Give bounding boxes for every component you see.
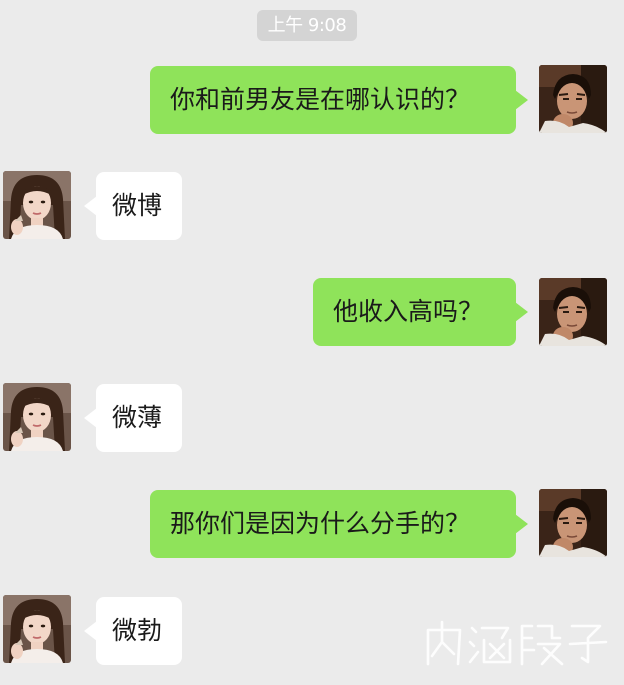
sent-message-bubble[interactable]: 他收入高吗？ bbox=[313, 278, 528, 346]
bubble-tail bbox=[515, 90, 528, 110]
contact-avatar[interactable] bbox=[3, 383, 71, 451]
message-text: 微薄 bbox=[112, 403, 163, 432]
sent-message-bubble[interactable]: 你和前男友是在哪认识的？ bbox=[150, 66, 528, 134]
bubble-tail bbox=[84, 621, 97, 641]
received-message-bubble[interactable]: 微博 bbox=[84, 172, 182, 240]
bubble-tail bbox=[515, 514, 528, 534]
contact-avatar[interactable] bbox=[3, 595, 71, 663]
received-message-bubble[interactable]: 微薄 bbox=[84, 384, 182, 452]
timestamp: 上午 9:08 bbox=[257, 10, 357, 41]
message-text: 他收入高吗？ bbox=[333, 297, 484, 326]
message-text: 微博 bbox=[112, 191, 163, 220]
received-message-bubble[interactable]: 微勃 bbox=[84, 597, 182, 665]
message-text: 那你们是因为什么分手的？ bbox=[170, 509, 471, 538]
contact-avatar[interactable] bbox=[3, 171, 71, 239]
watermark-logo bbox=[426, 620, 608, 666]
bubble-tail bbox=[84, 408, 97, 428]
my-avatar[interactable] bbox=[539, 489, 607, 557]
sent-message-bubble[interactable]: 那你们是因为什么分手的？ bbox=[150, 490, 528, 558]
message-text: 你和前男友是在哪认识的？ bbox=[170, 85, 471, 114]
message-text: 微勃 bbox=[112, 616, 163, 645]
my-avatar[interactable] bbox=[539, 65, 607, 133]
my-avatar[interactable] bbox=[539, 278, 607, 346]
bubble-tail bbox=[84, 196, 97, 216]
bubble-tail bbox=[515, 302, 528, 322]
